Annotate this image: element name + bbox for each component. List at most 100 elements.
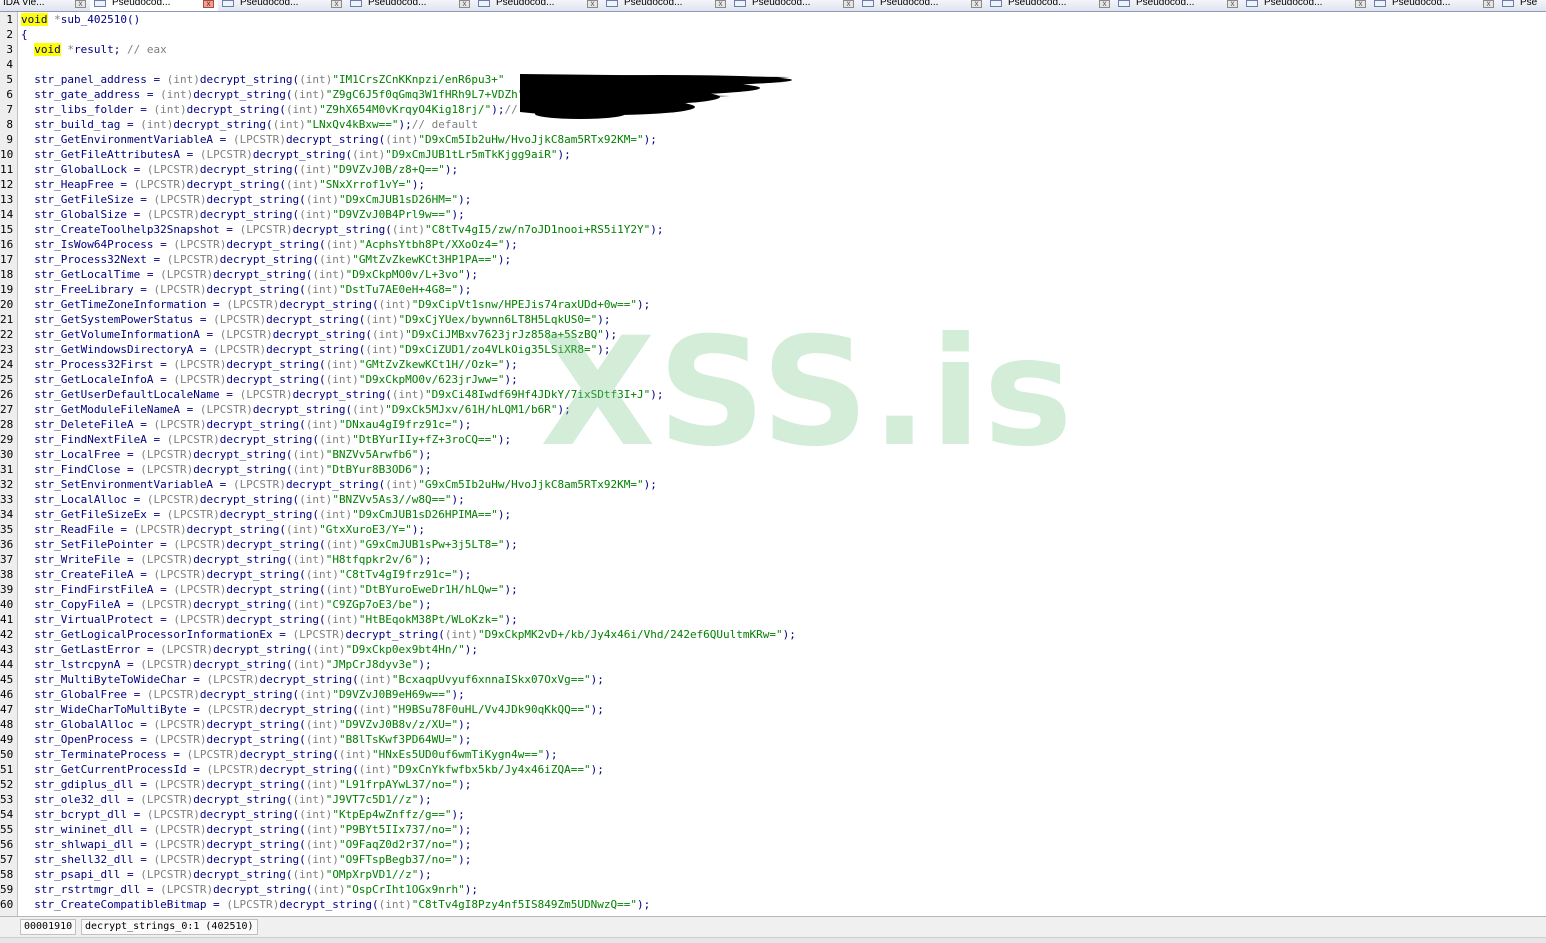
tab-11[interactable]: Pseudocod... x [1242,0,1371,11]
code-line[interactable]: 19 str_FreeLibrary = (LPCSTR)decrypt_str… [0,282,1546,297]
close-icon[interactable]: x [203,0,214,8]
code-line[interactable]: 54 str_bcrypt_dll = (LPCSTR)decrypt_stri… [0,807,1546,822]
code-line[interactable]: 26 str_GetUserDefaultLocaleName = (LPCST… [0,387,1546,402]
code-line[interactable]: 18 str_GetLocalTime = (LPCSTR)decrypt_st… [0,267,1546,282]
close-icon[interactable]: x [1355,0,1366,8]
tab-3[interactable]: Pseudocod... x [218,0,347,11]
code-line[interactable]: 25 str_GetLocaleInfoA = (LPCSTR)decrypt_… [0,372,1546,387]
code-line[interactable]: 55 str_wininet_dll = (LPCSTR)decrypt_str… [0,822,1546,837]
code-line[interactable]: 52 str_gdiplus_dll = (LPCSTR)decrypt_str… [0,777,1546,792]
quote: " [583,763,591,776]
code-line[interactable]: 35 str_ReadFile = (LPCSTR)decrypt_string… [0,522,1546,537]
tab-8[interactable]: Pseudocod... x [858,0,987,11]
code-line[interactable]: 34 str_GetFileSizeEx = (LPCSTR)decrypt_s… [0,507,1546,522]
code-line[interactable]: 17 str_Process32Next = (LPCSTR)decrypt_s… [0,252,1546,267]
code-line[interactable]: 11 str_GlobalLock = (LPCSTR)decrypt_stri… [0,162,1546,177]
tab-6[interactable]: Pseudocod... x [602,0,731,11]
variable-name: str_psapi_dll [34,868,121,881]
code-line[interactable]: 49 str_OpenProcess = (LPCSTR)decrypt_str… [0,732,1546,747]
code-line[interactable]: 38 str_CreateFileA = (LPCSTR)decrypt_str… [0,567,1546,582]
close-icon[interactable]: x [1483,0,1494,8]
close-icon[interactable]: x [843,0,854,8]
code-line[interactable]: 45 str_MultiByteToWideChar = (LPCSTR)dec… [0,672,1546,687]
code-line[interactable]: 4 [0,57,1546,72]
close-icon[interactable]: x [1227,0,1238,8]
code-line[interactable]: 47 str_WideCharToMultiByte = (LPCSTR)dec… [0,702,1546,717]
tab-9[interactable]: Pseudocod... x [986,0,1115,11]
code-line[interactable]: 32 str_SetEnvironmentVariableA = (LPCSTR… [0,477,1546,492]
code-line[interactable]: 36 str_SetFilePointer = (LPCSTR)decrypt_… [0,537,1546,552]
code-line[interactable]: 53 str_ole32_dll = (LPCSTR)decrypt_strin… [0,792,1546,807]
string-literal: HNxEs5UD0uf6wmTiKygn4w== [378,748,538,761]
close-icon[interactable]: x [459,0,470,8]
pseudocode-view[interactable]: 1 void *sub_402510() 2{3 void *result; // … [0,12,1546,916]
tab-5[interactable]: Pseudocod... x [474,0,603,11]
code-text: str_CreateToolhelp32Snapshot = (LPCSTR)d… [21,222,663,237]
code-line[interactable]: 14 str_GlobalSize = (LPCSTR)decrypt_stri… [0,207,1546,222]
tab-12[interactable]: Pseudocod... x [1370,0,1499,11]
code-line[interactable]: 37 str_WriteFile = (LPCSTR)decrypt_strin… [0,552,1546,567]
tab-4[interactable]: Pseudocod... x [346,0,475,11]
code-line[interactable]: 22 str_GetVolumeInformationA = (LPCSTR)d… [0,327,1546,342]
tab-10[interactable]: Pseudocod... x [1114,0,1243,11]
code-line[interactable]: 29 str_FindNextFileA = (LPCSTR)decrypt_s… [0,432,1546,447]
close-icon[interactable]: x [715,0,726,8]
code-line[interactable]: 27 str_GetModuleFileNameA = (LPCSTR)decr… [0,402,1546,417]
code-line[interactable]: 23 str_GetWindowsDirectoryA = (LPCSTR)de… [0,342,1546,357]
code-text: str_ole32_dll = (LPCSTR)decrypt_string((… [21,792,431,807]
code-line[interactable]: 58 str_psapi_dll = (LPCSTR)decrypt_strin… [0,867,1546,882]
code-line[interactable]: 33 str_LocalAlloc = (LPCSTR)decrypt_stri… [0,492,1546,507]
code-line[interactable]: 51 str_GetCurrentProcessId = (LPCSTR)dec… [0,762,1546,777]
code-line[interactable]: 13 str_GetFileSize = (LPCSTR)decrypt_str… [0,192,1546,207]
code-line[interactable]: 46 str_GlobalFree = (LPCSTR)decrypt_stri… [0,687,1546,702]
code-line[interactable]: 24 str_Process32First = (LPCSTR)decrypt_… [0,357,1546,372]
line-number: 27 [0,403,14,416]
tab-1[interactable]: IDA Vie... x [0,0,91,11]
code-line[interactable]: 5 str_panel_address = (int)decrypt_strin… [0,72,1546,87]
code-line[interactable]: 39 str_FindFirstFileA = (LPCSTR)decrypt_… [0,582,1546,597]
code-line[interactable]: 2{ [0,27,1546,42]
cast-type: LPCSTR [146,448,187,461]
close-icon[interactable]: x [75,0,86,8]
code-line[interactable]: 3 void *result; // eax [0,42,1546,57]
close-icon[interactable]: x [587,0,598,8]
tab-2[interactable]: Pseudocod... x [90,0,219,11]
close-icon[interactable]: x [971,0,982,8]
tab-13[interactable]: Pse [1498,0,1546,11]
code-line[interactable]: 1 void *sub_402510() [0,12,1546,27]
code-line[interactable]: 59 str_rstrtmgr_dll = (LPCSTR)decrypt_st… [0,882,1546,897]
code-line[interactable]: 40 str_CopyFileA = (LPCSTR)decrypt_strin… [0,597,1546,612]
tab-7[interactable]: Pseudocod... x [730,0,859,11]
code-line[interactable]: 60 str_CreateCompatibleBitmap = (LPCSTR)… [0,897,1546,912]
code-line[interactable]: 7 str_libs_folder = (int)decrypt_string(… [0,102,1546,117]
close-icon[interactable]: x [331,0,342,8]
close-icon[interactable]: x [1099,0,1110,8]
code-line[interactable]: 8 str_build_tag = (int)decrypt_string((i… [0,117,1546,132]
code-line[interactable]: 42 str_GetLogicalProcessorInformationEx … [0,627,1546,642]
operator: = [213,133,233,146]
code-line[interactable]: 43 str_GetLastError = (LPCSTR)decrypt_st… [0,642,1546,657]
code-line[interactable]: 28 str_DeleteFileA = (LPCSTR)decrypt_str… [0,417,1546,432]
string-literal: B8lTsKwf3PD64WU= [345,733,452,746]
function-call: decrypt_string( [186,103,286,116]
code-line[interactable]: 41 str_VirtualProtect = (LPCSTR)decrypt_… [0,612,1546,627]
code-line[interactable]: 12 str_HeapFree = (LPCSTR)decrypt_string… [0,177,1546,192]
code-line[interactable]: 57 str_shell32_dll = (LPCSTR)decrypt_str… [0,852,1546,867]
code-line[interactable]: 31 str_FindClose = (LPCSTR)decrypt_strin… [0,462,1546,477]
function-call: decrypt_string( [193,658,293,671]
code-line[interactable]: 56 str_shlwapi_dll = (LPCSTR)decrypt_str… [0,837,1546,852]
code-line[interactable]: 16 str_IsWow64Process = (LPCSTR)decrypt_… [0,237,1546,252]
code-line[interactable]: 30 str_LocalFree = (LPCSTR)decrypt_strin… [0,447,1546,462]
code-line[interactable]: 15 str_CreateToolhelp32Snapshot = (LPCST… [0,222,1546,237]
code-line[interactable]: 6 str_gate_address = (int)decrypt_string… [0,87,1546,102]
code-line[interactable]: 50 str_TerminateProcess = (LPCSTR)decryp… [0,747,1546,762]
cast-type: LPCSTR [232,898,273,911]
code-line[interactable]: 9 str_GetEnvironmentVariableA = (LPCSTR)… [0,132,1546,147]
horizontal-scrollbar[interactable] [0,937,1546,943]
code-line[interactable]: 10 str_GetFileAttributesA = (LPCSTR)decr… [0,147,1546,162]
code-line[interactable]: 21 str_GetSystemPowerStatus = (LPCSTR)de… [0,312,1546,327]
code-line[interactable]: 48 str_GlobalAlloc = (LPCSTR)decrypt_str… [0,717,1546,732]
code-line[interactable]: 20 str_GetTimeZoneInformation = (LPCSTR)… [0,297,1546,312]
code-token: * [60,43,74,56]
code-line[interactable]: 44 str_lstrcpynA = (LPCSTR)decrypt_strin… [0,657,1546,672]
